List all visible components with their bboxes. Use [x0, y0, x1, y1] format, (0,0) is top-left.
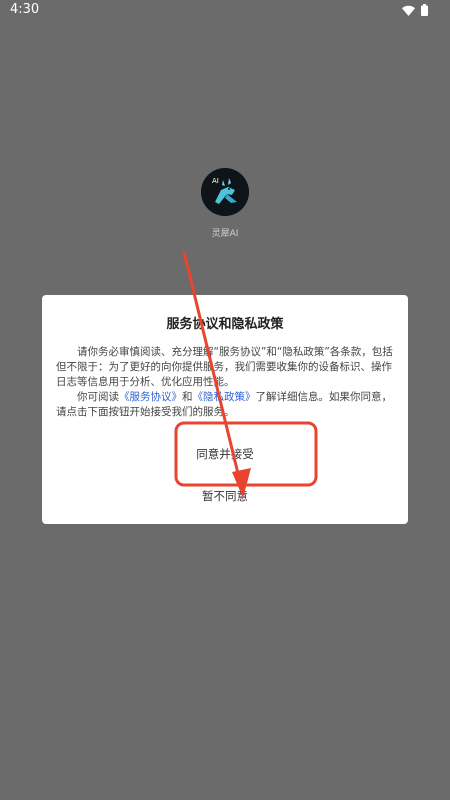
paragraph2-prefix: 你可阅读	[77, 391, 119, 403]
dialog-paragraph-1: 请你务必审慎阅读、充分理解“服务协议”和“隐私政策”各条款，包括但不限于：为了更…	[56, 346, 393, 388]
accept-button[interactable]: 同意并接受	[42, 443, 408, 465]
status-icons	[402, 4, 428, 16]
privacy-policy-link[interactable]: 《隐私政策》	[193, 391, 256, 403]
app-logo: AI	[201, 168, 249, 216]
logo-text: AI	[212, 177, 219, 185]
battery-icon	[421, 4, 428, 16]
dialog-title: 服务协议和隐私政策	[166, 317, 284, 332]
dialog-body: 请你务必审慎阅读、充分理解“服务协议”和“隐私政策”各条款，包括但不限于：为了更…	[56, 345, 394, 420]
service-agreement-link[interactable]: 《服务协议》	[119, 391, 182, 403]
wifi-icon	[402, 5, 415, 16]
agreement-dialog: 服务协议和隐私政策 请你务必审慎阅读、充分理解“服务协议”和“隐私政策”各条款，…	[42, 295, 408, 524]
status-time: 4:30	[10, 2, 40, 17]
dialog-paragraph-2: 你可阅读《服务协议》和《隐私政策》了解详细信息。如果你同意，请点击下面按钮开始接…	[56, 390, 394, 420]
paragraph2-and: 和	[182, 391, 193, 403]
decline-button[interactable]: 暂不同意	[42, 485, 408, 507]
status-bar: 4:30	[0, 0, 450, 20]
app-name: 灵犀AI	[211, 229, 239, 239]
